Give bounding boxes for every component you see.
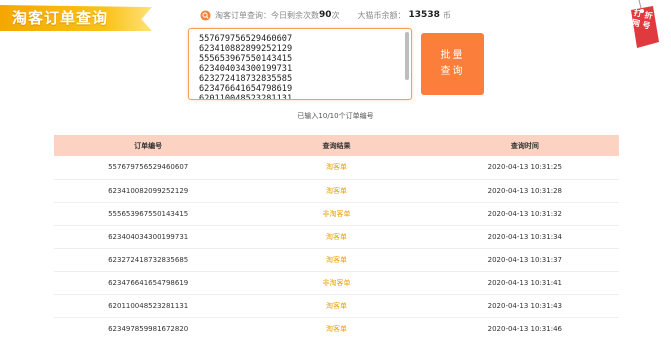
remaining-count: 90 <box>319 10 332 20</box>
cell-query-result: 非淘客单 <box>242 202 431 226</box>
table-row: 620110048523281131 淘客单 2020-04-13 10:31:43 <box>54 294 619 318</box>
remaining-unit: 次 <box>331 10 340 20</box>
table-row: 557679756529460607 淘客单 2020-04-13 10:31:25 <box>54 156 619 180</box>
cell-order-number: 557679756529460607 <box>54 156 243 180</box>
cell-query-time: 2020-04-13 10:31:25 <box>430 156 619 180</box>
page-title: 淘客订单查询 <box>12 9 109 27</box>
order-input-line: 623404034300199731 <box>199 64 293 74</box>
table-row: 623404034300199731 淘客单 2020-04-13 10:31:34 <box>54 225 619 249</box>
cell-query-result: 淘客单 <box>242 248 431 272</box>
order-input-line: 620110048523281131 <box>199 94 293 100</box>
textarea-scrollbar[interactable] <box>405 32 409 80</box>
cell-order-number: 623497859981672820 <box>54 317 243 338</box>
order-input-line: 623476641654798619 <box>199 84 293 94</box>
order-input-line: 623410882899252129 <box>199 44 293 54</box>
order-input-line: 555653967550143415 <box>199 54 293 64</box>
cell-query-time: 2020-04-13 10:31:46 <box>430 317 619 338</box>
order-numbers-textarea[interactable]: 557679756529460607 623410882899252129 5556… <box>188 28 412 100</box>
cell-query-time: 2020-04-13 10:31:37 <box>430 248 619 272</box>
cell-query-result: 淘客单 <box>242 179 431 203</box>
cell-query-time: 2020-04-13 10:31:41 <box>430 271 619 295</box>
cell-order-number: 623410082099252129 <box>54 179 243 203</box>
balance-label: 大猫币余额： <box>357 10 406 20</box>
cell-query-time: 2020-04-13 10:31:28 <box>430 179 619 203</box>
table-row: 623497859981672820 淘客单 2020-04-13 10:31:46 <box>54 317 619 338</box>
cell-query-time: 2020-04-13 10:31:32 <box>430 202 619 226</box>
remaining-label: 淘客订单查询：今日剩余次数 <box>215 10 319 20</box>
table-row: 623410082099252129 淘客单 2020-04-13 10:31:28 <box>54 179 619 203</box>
balance-unit: 币 <box>442 10 451 20</box>
header-order-number: 订单编号 <box>54 135 243 156</box>
cell-query-time: 2020-04-13 10:31:34 <box>430 225 619 249</box>
table-header-row: 订单编号 查询结果 查询时间 <box>54 135 619 156</box>
table-row: 623272418732835685 淘客单 2020-04-13 10:31:37 <box>54 248 619 272</box>
search-badge-icon <box>200 9 211 21</box>
usage-stats: 淘客订单查询：今日剩余次数 90 次 大猫币余额： 13538 币 <box>200 8 451 22</box>
input-count-text: 已输入10/10个订单编号 <box>297 112 374 120</box>
cell-order-number: 623272418732835685 <box>54 248 243 272</box>
order-input-line: 623272418732835585 <box>199 74 293 84</box>
cell-query-time: 2020-04-13 10:31:43 <box>430 294 619 318</box>
cell-query-result: 非淘客单 <box>242 271 431 295</box>
cell-order-number: 555653967550143415 <box>54 202 243 226</box>
header-query-result: 查询结果 <box>242 135 431 156</box>
cell-query-result: 淘客单 <box>242 294 431 318</box>
cell-query-result: 淘客单 <box>242 317 431 338</box>
cell-order-number: 623476641654798619 <box>54 271 243 295</box>
batch-query-label-2: 查询 <box>440 66 465 77</box>
cell-order-number: 620110048523281131 <box>54 294 243 318</box>
table-row: 623476641654798619 非淘客单 2020-04-13 10:31:4… <box>54 271 619 295</box>
order-input-line: 557679756529460607 <box>199 34 293 44</box>
cell-query-result: 淘客单 <box>242 156 431 180</box>
header-query-time: 查询时间 <box>430 135 619 156</box>
batch-query-button[interactable]: 批量 查询 <box>421 33 484 95</box>
cell-query-result: 淘客单 <box>242 225 431 249</box>
table-row: 555653967550143415 非淘客单 2020-04-13 10:31:3… <box>54 202 619 226</box>
batch-query-label-1: 批量 <box>440 50 465 61</box>
balance-value: 13538 <box>408 10 440 20</box>
title-banner: 淘客订单查询 <box>0 5 152 31</box>
results-table: 订单编号 查询结果 查询时间 557679756529460607 淘客单 2020… <box>54 135 619 338</box>
cell-order-number: 623404034300199731 <box>54 225 243 249</box>
